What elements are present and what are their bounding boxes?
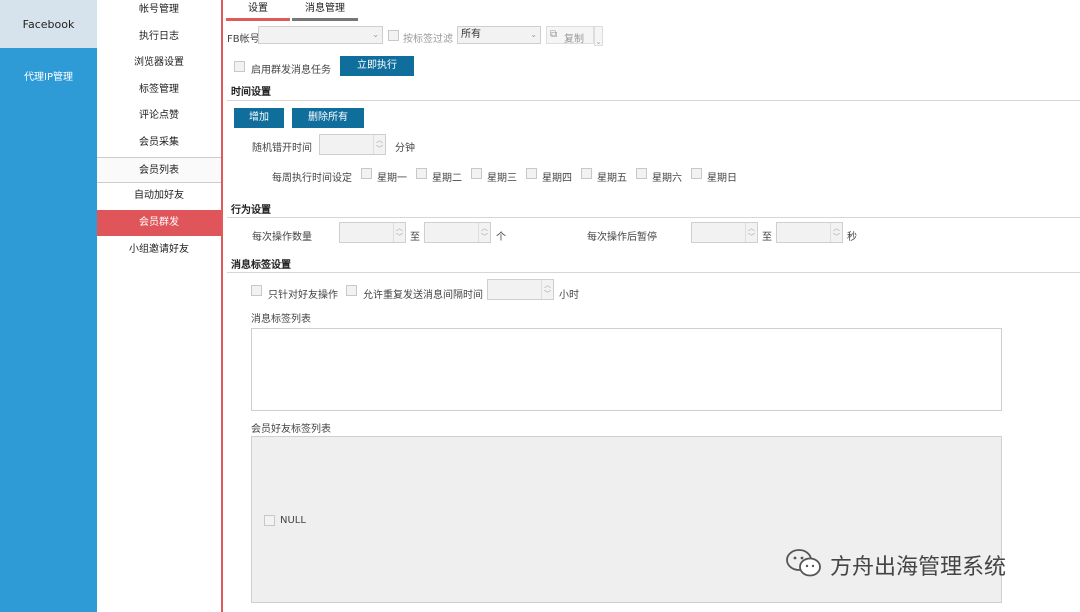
fb-account-select[interactable]: ⌄ xyxy=(258,26,383,44)
menu-item-member-broadcast[interactable]: 会员群发 xyxy=(97,210,221,236)
day-label-mon: 星期一 xyxy=(377,173,407,184)
copy-label: 复制 xyxy=(564,34,584,45)
ops-count-max-stepper[interactable]: ︿ ﹀ xyxy=(424,222,491,243)
tag-filter-select[interactable]: 所有 ⌄ xyxy=(457,26,541,44)
day-label-tue: 星期二 xyxy=(432,173,462,184)
stepper-arrows-icon[interactable]: ︿ ﹀ xyxy=(830,223,842,242)
repeat-interval-stepper[interactable]: ︿ ﹀ xyxy=(487,279,554,300)
stepper-arrows-icon[interactable]: ︿ ﹀ xyxy=(373,135,385,154)
menu-item-auto-add-friend[interactable]: 自动加好友 xyxy=(97,183,221,209)
day-checkbox-sun[interactable] xyxy=(691,168,702,179)
day-checkbox-fri[interactable] xyxy=(581,168,592,179)
app-window: Facebook 代理IP管理 帐号管理 执行日志 浏览器设置 标签管理 评论点… xyxy=(0,0,1080,612)
member-tag-label-null: NULL xyxy=(280,515,306,526)
random-offset-unit: 分钟 xyxy=(395,143,415,154)
copy-dropdown-icon[interactable]: ⌄ xyxy=(594,26,603,46)
menu-item-execution-log[interactable]: 执行日志 xyxy=(97,24,221,50)
day-label-sun: 星期日 xyxy=(707,173,737,184)
allow-repeat-checkbox[interactable] xyxy=(346,285,357,296)
rail-item-facebook[interactable]: Facebook xyxy=(0,0,97,48)
random-offset-stepper[interactable]: ︿ ﹀ xyxy=(319,134,386,155)
left-rail: Facebook 代理IP管理 xyxy=(0,0,97,612)
add-button[interactable]: 增加 xyxy=(234,108,284,128)
friends-only-label: 只针对好友操作 xyxy=(268,290,338,301)
day-label-thu: 星期四 xyxy=(542,173,572,184)
repeat-interval-unit: 小时 xyxy=(559,290,579,301)
random-offset-label: 随机错开时间 xyxy=(252,143,312,154)
day-checkbox-sat[interactable] xyxy=(636,168,647,179)
member-tag-checkbox-null[interactable] xyxy=(264,515,275,526)
weekly-schedule-label: 每周执行时间设定 xyxy=(272,173,352,184)
pause-unit: 秒 xyxy=(847,232,857,243)
enable-task-checkbox[interactable] xyxy=(234,61,245,72)
tag-filter-checkbox[interactable] xyxy=(388,30,399,41)
submenu-border xyxy=(221,0,223,612)
tab-message-underline xyxy=(292,18,358,21)
ops-count-unit: 个 xyxy=(496,232,506,243)
allow-repeat-label: 允许重复发送消息间隔时间 xyxy=(363,290,483,301)
pause-to: 至 xyxy=(762,232,772,243)
tag-settings-title: 消息标签设置 xyxy=(231,260,291,271)
pause-label: 每次操作后暂停 xyxy=(587,232,657,243)
tag-filter-value: 所有 xyxy=(461,29,481,40)
enable-task-label: 启用群发消息任务 xyxy=(251,65,331,76)
day-label-wed: 星期三 xyxy=(487,173,517,184)
divider xyxy=(227,272,1080,273)
ops-count-to: 至 xyxy=(410,232,420,243)
pause-min-stepper[interactable]: ︿ ﹀ xyxy=(691,222,758,243)
stepper-arrows-icon[interactable]: ︿ ﹀ xyxy=(745,223,757,242)
run-now-button[interactable]: 立即执行 xyxy=(340,56,414,76)
delete-all-button[interactable]: 删除所有 xyxy=(292,108,364,128)
day-label-fri: 星期五 xyxy=(597,173,627,184)
chevron-down-icon: ⌄ xyxy=(530,30,537,39)
behavior-settings-title: 行为设置 xyxy=(231,205,271,216)
ops-count-min-stepper[interactable]: ︿ ﹀ xyxy=(339,222,406,243)
member-tag-list-label: 会员好友标签列表 xyxy=(251,424,331,435)
stepper-arrows-icon[interactable]: ︿ ﹀ xyxy=(541,280,553,299)
watermark-text: 方舟出海管理系统 xyxy=(830,555,1007,580)
tag-filter-label: 按标签过滤 xyxy=(403,34,453,45)
menu-item-comment-like[interactable]: 评论点赞 xyxy=(97,103,221,129)
msg-tag-list-label: 消息标签列表 xyxy=(251,314,311,325)
day-label-sat: 星期六 xyxy=(652,173,682,184)
friends-only-checkbox[interactable] xyxy=(251,285,262,296)
menu-item-browser-settings[interactable]: 浏览器设置 xyxy=(97,50,221,76)
pause-max-stepper[interactable]: ︿ ﹀ xyxy=(776,222,843,243)
menu-item-account-management[interactable]: 帐号管理 xyxy=(97,0,221,23)
day-checkbox-thu[interactable] xyxy=(526,168,537,179)
fb-account-label: FB帐号 xyxy=(227,34,260,45)
menu-item-member-list[interactable]: 会员列表 xyxy=(97,157,221,183)
menu-item-group-invite[interactable]: 小组邀请好友 xyxy=(97,237,221,263)
copy-icon: ⧉ xyxy=(550,29,558,40)
day-checkbox-tue[interactable] xyxy=(416,168,427,179)
day-checkbox-wed[interactable] xyxy=(471,168,482,179)
copy-button[interactable]: ⧉ 复制 xyxy=(546,26,594,45)
wechat-icon xyxy=(784,546,824,580)
time-settings-title: 时间设置 xyxy=(231,87,271,98)
stepper-arrows-icon[interactable]: ︿ ﹀ xyxy=(393,223,405,242)
divider xyxy=(227,100,1080,101)
stepper-arrows-icon[interactable]: ︿ ﹀ xyxy=(478,223,490,242)
menu-item-member-collect[interactable]: 会员采集 xyxy=(97,130,221,156)
ops-count-label: 每次操作数量 xyxy=(252,232,312,243)
menu-item-tag-management[interactable]: 标签管理 xyxy=(97,77,221,103)
rail-item-proxy-ip[interactable]: 代理IP管理 xyxy=(0,68,97,83)
day-checkbox-mon[interactable] xyxy=(361,168,372,179)
tab-settings-underline xyxy=(226,18,290,21)
submenu: 帐号管理 执行日志 浏览器设置 标签管理 评论点赞 会员采集 会员列表 自动加好… xyxy=(97,0,221,612)
chevron-down-icon: ⌄ xyxy=(372,30,379,39)
divider xyxy=(227,217,1080,218)
msg-tag-list[interactable] xyxy=(251,328,1002,411)
